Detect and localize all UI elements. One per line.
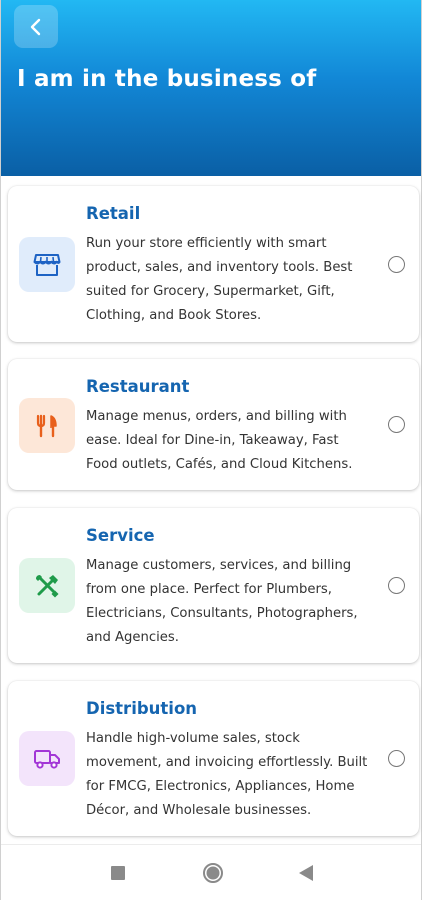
icon-box [19, 237, 75, 292]
radio-service[interactable] [388, 577, 405, 594]
icon-box [19, 731, 75, 786]
option-card-distribution[interactable]: Distribution Handle high-volume sales, s… [8, 681, 419, 836]
option-title: Distribution [86, 699, 198, 718]
icon-box [19, 398, 75, 453]
system-navigation-bar [1, 844, 421, 900]
option-title: Service [86, 526, 155, 545]
option-card-restaurant[interactable]: Restaurant Manage menus, orders, and bil… [8, 359, 419, 490]
option-title: Retail [86, 204, 141, 223]
circle-home-icon [203, 863, 223, 883]
tools-icon [36, 574, 59, 598]
option-description: Run your store efficiently with smart pr… [86, 236, 353, 323]
fork-knife-icon [36, 414, 57, 437]
recents-button[interactable] [109, 864, 127, 882]
option-description: Manage customers, services, and billing … [86, 558, 358, 645]
option-description: Handle high-volume sales, stock movement… [86, 731, 368, 818]
option-card-service[interactable]: Service Manage customers, services, and … [8, 508, 419, 663]
chevron-left-icon [30, 18, 41, 35]
radio-retail[interactable] [388, 256, 405, 273]
system-back-button[interactable] [297, 864, 315, 882]
page-title: I am in the business of [17, 66, 317, 92]
radio-restaurant[interactable] [388, 416, 405, 433]
icon-box [19, 558, 75, 613]
back-button[interactable] [14, 5, 58, 48]
header: I am in the business of [1, 0, 421, 176]
triangle-back-icon [298, 865, 313, 881]
storefront-icon [33, 253, 61, 276]
radio-distribution[interactable] [388, 750, 405, 767]
truck-icon [34, 749, 60, 769]
option-card-retail[interactable]: Retail Run your store efficiently with s… [8, 186, 419, 342]
option-description: Manage menus, orders, and billing with e… [86, 409, 353, 472]
option-title: Restaurant [86, 377, 190, 396]
home-button[interactable] [202, 862, 224, 884]
square-icon [111, 866, 125, 880]
